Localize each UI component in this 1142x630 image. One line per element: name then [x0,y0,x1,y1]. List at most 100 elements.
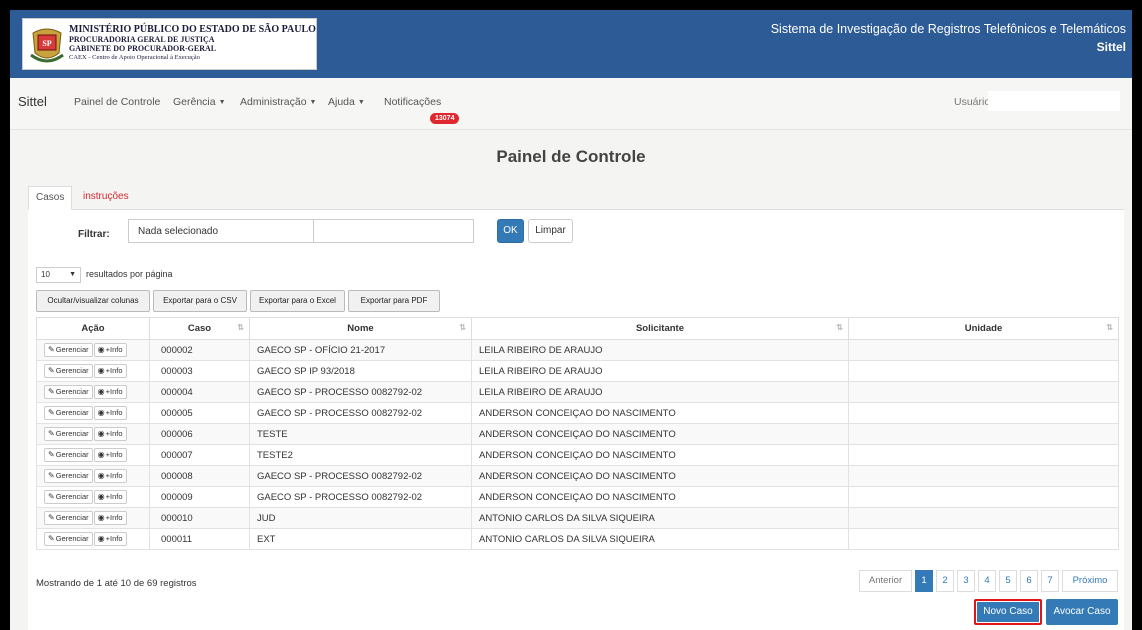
pagination-page-6[interactable]: 6 [1020,570,1038,592]
info-button[interactable]: ◉+Info [93,511,127,525]
manage-button-label: Gerenciar [55,471,89,480]
cell-caso: 000009 [149,486,250,508]
navbar: Sittel Painel de Controle Gerência ▼ Admi… [10,78,1132,130]
export-excel-button[interactable]: Exportar para o Excel [250,290,345,312]
table-body: ✎Gerenciar ◉+Info 000002 GAECO SP - OFÍCIO … [36,339,1119,550]
eye-icon: ◉ [97,534,105,543]
pagination-previous[interactable]: Anterior [859,570,912,592]
pagination-page-4[interactable]: 4 [978,570,996,592]
info-button-label: +Info [105,345,123,354]
page-length-label: resultados por página [86,269,173,279]
manage-button[interactable]: ✎Gerenciar [44,343,93,357]
info-button[interactable]: ◉+Info [93,385,127,399]
org-subname: PROCURADORIA GERAL DE JUSTIÇA [69,35,215,44]
pagination-page-7[interactable]: 7 [1041,570,1059,592]
column-header-nome[interactable]: Nome ⇅ [249,317,472,340]
cell-acao: ✎Gerenciar ◉+Info [36,402,150,424]
cell-solicitante: ANDERSON CONCEIÇAO DO NASCIMENTO [471,486,849,508]
filter-ok-button[interactable]: OK [497,219,524,243]
info-button[interactable]: ◉+Info [93,532,127,546]
info-button[interactable]: ◉+Info [93,427,127,441]
filter-clear-button[interactable]: Limpar [528,219,573,243]
cell-solicitante: ANDERSON CONCEIÇAO DO NASCIMENTO [471,444,849,466]
cell-unidade [848,339,1119,361]
manage-button-label: Gerenciar [55,345,89,354]
table-row: ✎Gerenciar ◉+Info 000005 GAECO SP - PROCESS… [36,402,1119,424]
manage-button[interactable]: ✎Gerenciar [44,511,93,525]
nav-item-label: Ajuda [328,96,355,108]
manage-button[interactable]: ✎Gerenciar [44,469,93,483]
cell-nome: JUD [249,507,472,529]
avocar-case-button[interactable]: Avocar Caso [1046,599,1118,625]
manage-button-label: Gerenciar [55,492,89,501]
column-header-label: Caso [187,323,212,334]
cell-caso: 000006 [149,423,250,445]
manage-button[interactable]: ✎Gerenciar [44,490,93,504]
sort-arrows-icon: ⇅ [459,323,466,332]
info-button-label: +Info [105,513,123,522]
manage-button[interactable]: ✎Gerenciar [44,448,93,462]
user-field[interactable] [988,91,1120,111]
manage-button[interactable]: ✎Gerenciar [44,364,93,378]
eye-icon: ◉ [97,450,105,459]
navbar-brand[interactable]: Sittel [18,94,47,109]
info-button-label: +Info [105,450,123,459]
page-length-select[interactable]: 10 ▼ [36,267,81,283]
filter-select[interactable]: Nada selecionado [128,219,474,243]
eye-icon: ◉ [97,429,105,438]
tab-casos[interactable]: Casos [28,186,73,210]
nav-item-painel[interactable]: Painel de Controle [74,96,160,108]
cases-table: Ação Caso ⇅ Nome ⇅ Solicitante ⇅ Unidade ⇅ ✎… [36,317,1119,550]
system-title: Sistema de Investigação de Registros Tel… [770,22,1126,36]
info-button[interactable]: ◉+Info [93,469,127,483]
nav-item-gerencia[interactable]: Gerência ▼ [173,96,226,108]
page-title: Painel de Controle [496,147,646,166]
info-button[interactable]: ◉+Info [93,343,127,357]
export-pdf-button[interactable]: Exportar para PDF [348,290,440,312]
pagination-next[interactable]: Próximo [1062,570,1118,592]
info-button-label: +Info [105,408,123,417]
nav-item-ajuda[interactable]: Ajuda ▼ [328,96,365,108]
org-logo[interactable]: SP MINISTÉRIO PÚBLICO DO ESTADO DE SÃO P… [22,18,317,70]
new-case-button[interactable]: Novo Caso [974,599,1042,625]
table-row: ✎Gerenciar ◉+Info 000011 EXT ANTONIO CARLOS … [36,528,1119,550]
info-button[interactable]: ◉+Info [93,364,127,378]
chevron-down-icon: ▼ [69,271,76,278]
cell-acao: ✎Gerenciar ◉+Info [36,486,150,508]
column-header-solicitante[interactable]: Solicitante ⇅ [471,317,849,340]
svg-text:SP: SP [42,39,51,48]
pencil-icon: ✎ [48,513,55,522]
sort-arrows-icon: ⇅ [836,323,843,332]
manage-button[interactable]: ✎Gerenciar [44,532,93,546]
pencil-icon: ✎ [48,429,55,438]
notification-badge[interactable]: 13074 [430,113,460,124]
cell-caso: 000011 [149,528,250,550]
cell-solicitante: ANTONIO CARLOS DA SILVA SIQUEIRA [471,528,849,550]
pencil-icon: ✎ [48,450,55,459]
manage-button[interactable]: ✎Gerenciar [44,406,93,420]
column-header-caso[interactable]: Caso ⇅ [149,317,250,340]
pagination-page-3[interactable]: 3 [957,570,975,592]
cell-caso: 000007 [149,444,250,466]
pagination-page-2[interactable]: 2 [936,570,954,592]
info-button[interactable]: ◉+Info [93,406,127,420]
nav-item-administracao[interactable]: Administração ▼ [240,96,316,108]
info-button[interactable]: ◉+Info [93,490,127,504]
tab-instrucoes[interactable]: instruções [76,186,136,210]
manage-button[interactable]: ✎Gerenciar [44,385,93,399]
eye-icon: ◉ [97,513,105,522]
manage-button-label: Gerenciar [55,387,89,396]
pagination-page-5[interactable]: 5 [999,570,1017,592]
cell-caso: 000003 [149,360,250,382]
cell-unidade [848,402,1119,424]
column-header-unidade[interactable]: Unidade ⇅ [848,317,1119,340]
info-button-label: +Info [105,387,123,396]
toggle-columns-button[interactable]: Ocultar/visualizar colunas [36,290,150,312]
info-button[interactable]: ◉+Info [93,448,127,462]
cell-nome: GAECO SP IP 93/2018 [249,360,472,382]
pagination-page-1[interactable]: 1 [915,570,933,592]
nav-item-notificacoes[interactable]: Notificações [384,96,441,108]
export-csv-button[interactable]: Exportar para o CSV [153,290,247,312]
manage-button[interactable]: ✎Gerenciar [44,427,93,441]
cell-acao: ✎Gerenciar ◉+Info [36,528,150,550]
